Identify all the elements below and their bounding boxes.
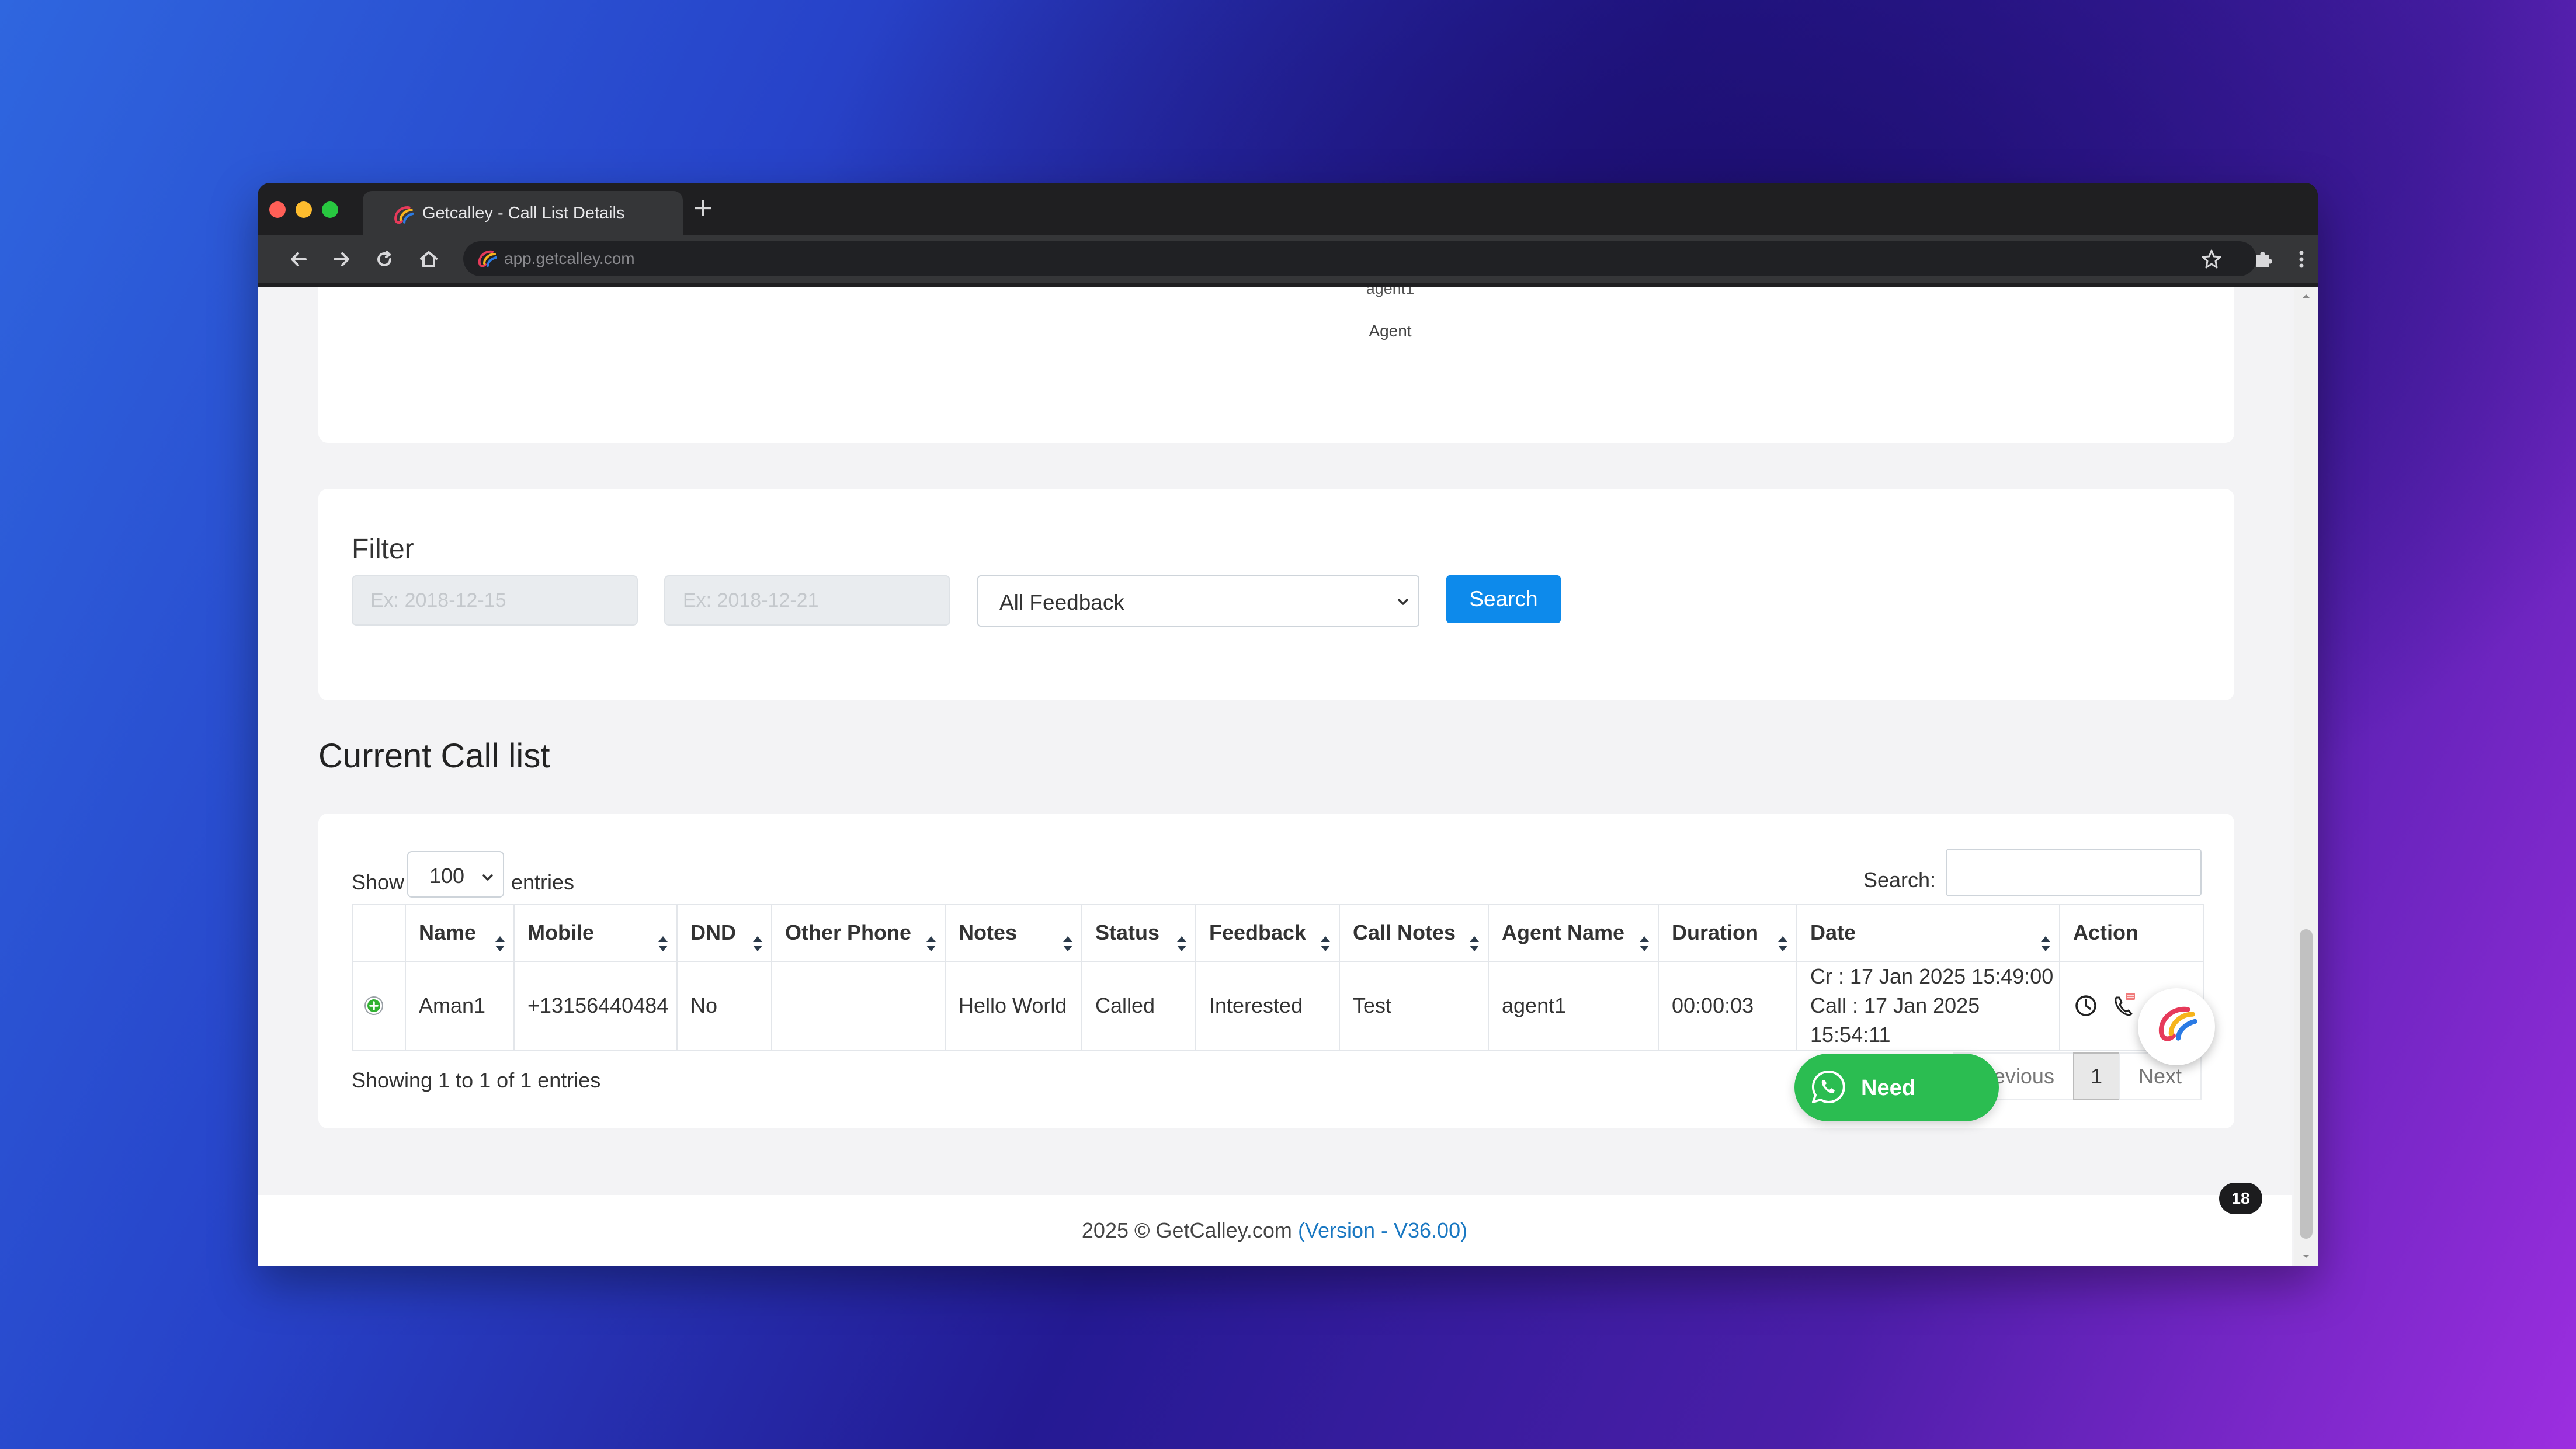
browser-menu-icon[interactable]: [2289, 247, 2314, 272]
cell-agent-name: agent1: [1488, 961, 1659, 1051]
filter-title: Filter: [352, 534, 414, 565]
cell-call-notes: Test: [1339, 961, 1489, 1051]
table-search-input[interactable]: [1946, 849, 2202, 896]
whatsapp-icon: [1811, 1070, 1845, 1103]
footer-version-link[interactable]: (Version - V36.00): [1298, 1218, 1467, 1242]
feedback-select[interactable]: All Feedback: [977, 575, 1419, 627]
agent-profile-card: agent1 Agent: [318, 287, 2234, 443]
address-bar[interactable]: app.getcalley.com: [463, 241, 2256, 276]
expand-cell[interactable]: [352, 961, 406, 1051]
column-header-agent-name[interactable]: Agent Name: [1488, 904, 1659, 962]
cell-other-phone: [771, 961, 946, 1051]
feedback-select-value: All Feedback: [999, 590, 1124, 614]
reload-icon[interactable]: [372, 247, 397, 272]
column-header-other-phone[interactable]: Other Phone: [771, 904, 946, 962]
chevron-down-icon: [1398, 599, 1408, 605]
date-created: Cr : 17 Jan 2025 15:49:00: [1810, 964, 2054, 988]
cell-name: Aman1: [405, 961, 515, 1051]
sort-icon: [926, 936, 936, 951]
sort-icon: [1063, 936, 1072, 951]
table-row[interactable]: Aman1 +13156440484 No Hello World Called…: [352, 961, 2204, 1051]
column-header-duration[interactable]: Duration: [1658, 904, 1797, 962]
scroll-up-arrow-icon[interactable]: [2300, 290, 2312, 302]
chevron-down-icon: [482, 874, 493, 881]
entries-per-page-value: 100: [429, 864, 465, 888]
clock-icon[interactable]: [2073, 993, 2099, 1019]
cell-feedback: Interested: [1195, 961, 1340, 1051]
browser-window: Getcalley - Call List Details + app.getc…: [258, 183, 2318, 1266]
agent-username: agent1: [1366, 287, 1415, 297]
cell-duration: 00:00:03: [1658, 961, 1797, 1051]
table-header-row: Name Mobile DND Other Phone Notes Status…: [352, 904, 2204, 962]
sort-icon: [1778, 936, 1787, 951]
section-title: Current Call list: [318, 737, 550, 775]
browser-toolbar: app.getcalley.com: [258, 235, 2318, 287]
minimize-window-button[interactable]: [296, 201, 312, 218]
sort-icon: [1470, 936, 1479, 951]
column-header-expand: [352, 904, 406, 962]
table-search-label: Search:: [1863, 868, 1936, 892]
footer-copyright: 2025 © GetCalley.com: [1081, 1218, 1298, 1242]
sort-icon: [658, 936, 668, 951]
column-header-status[interactable]: Status: [1081, 904, 1196, 962]
cell-status: Called: [1081, 961, 1196, 1051]
to-date-input[interactable]: [664, 575, 950, 626]
agent-role: Agent: [1369, 322, 1412, 340]
scroll-down-arrow-icon[interactable]: [2300, 1250, 2312, 1262]
show-label: Show: [352, 870, 405, 894]
column-header-notes[interactable]: Notes: [945, 904, 1082, 962]
getcalley-logo-icon: [2158, 1006, 2197, 1041]
expand-row-icon[interactable]: [363, 995, 384, 1016]
cell-notes: Hello World: [945, 961, 1082, 1051]
extensions-puzzle-icon[interactable]: [2252, 247, 2276, 272]
search-button[interactable]: Search: [1446, 575, 1561, 623]
column-header-dnd[interactable]: DND: [676, 904, 772, 962]
table-info: Showing 1 to 1 of 1 entries: [352, 1068, 601, 1092]
browser-tab-bar: Getcalley - Call List Details +: [258, 183, 2318, 235]
sort-icon: [2041, 936, 2050, 951]
column-header-date[interactable]: Date: [1796, 904, 2060, 962]
date-called: Call : 17 Jan 2025 15:54:11: [1810, 993, 1980, 1047]
browser-tab[interactable]: Getcalley - Call List Details: [363, 191, 683, 235]
getcalley-logo-icon: [394, 206, 414, 224]
whatsapp-label: Need: [1861, 1076, 1915, 1100]
column-header-call-notes[interactable]: Call Notes: [1339, 904, 1489, 962]
sort-icon: [1321, 936, 1330, 951]
entries-label: entries: [511, 870, 575, 894]
forward-arrow-icon[interactable]: [329, 247, 353, 272]
call-list-table: Name Mobile DND Other Phone Notes Status…: [352, 904, 2204, 1051]
site-favicon-icon: [478, 250, 497, 267]
sort-icon: [753, 936, 762, 951]
sort-icon: [495, 936, 505, 951]
scrollbar-thumb[interactable]: [2300, 929, 2313, 1239]
cell-mobile: +13156440484: [513, 961, 678, 1051]
url-text: app.getcalley.com: [504, 249, 635, 267]
column-header-feedback[interactable]: Feedback: [1195, 904, 1340, 962]
maximize-window-button[interactable]: [322, 201, 338, 218]
bookmark-star-icon[interactable]: [2199, 247, 2224, 272]
column-header-action: Action: [2059, 904, 2204, 962]
sort-icon: [1177, 936, 1186, 951]
page-viewport: agent1 Agent Filter All Feedback Search …: [258, 287, 2318, 1266]
chat-assistant-button[interactable]: [2138, 988, 2215, 1065]
phone-icon[interactable]: [2109, 992, 2137, 1020]
home-icon[interactable]: [416, 247, 441, 272]
tab-title: Getcalley - Call List Details: [422, 204, 625, 223]
close-window-button[interactable]: [269, 201, 286, 218]
column-header-name[interactable]: Name: [405, 904, 515, 962]
filter-card: Filter All Feedback Search: [318, 489, 2234, 700]
entries-per-page-select[interactable]: 100: [407, 851, 504, 898]
cell-dnd: No: [676, 961, 772, 1051]
from-date-input[interactable]: [352, 575, 638, 626]
column-header-mobile[interactable]: Mobile: [513, 904, 678, 962]
notification-badge: 18: [2219, 1183, 2262, 1214]
sort-icon: [1640, 936, 1649, 951]
page-footer: 2025 © GetCalley.com (Version - V36.00): [258, 1195, 2292, 1266]
new-tab-button[interactable]: +: [692, 193, 714, 223]
page-1-button[interactable]: 1: [2072, 1052, 2120, 1100]
whatsapp-help-button[interactable]: Need: [1794, 1054, 1999, 1121]
cell-date: Cr : 17 Jan 2025 15:49:00 Call : 17 Jan …: [1796, 961, 2060, 1051]
page-scrollbar[interactable]: [2294, 287, 2318, 1266]
back-arrow-icon[interactable]: [287, 247, 311, 272]
